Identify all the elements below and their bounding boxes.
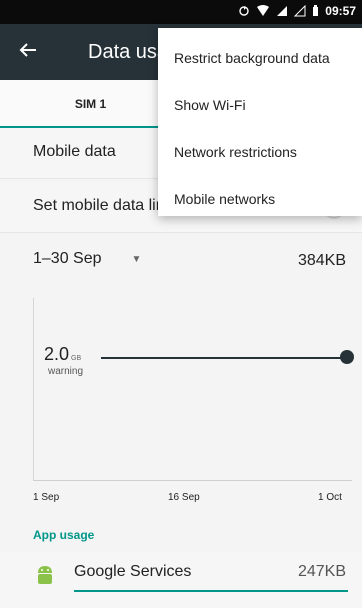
warning-threshold-line[interactable] [101, 357, 345, 359]
status-bar: 09:57 [0, 0, 362, 24]
data-limit-label: Set mobile data limit [33, 197, 178, 214]
battery-icon [313, 5, 319, 16]
menu-item-label: Restrict background data [174, 49, 330, 66]
sync-icon [239, 6, 249, 16]
billing-period-value: 1–30 Sep [33, 250, 102, 267]
tab-sim-1-label: SIM 1 [74, 97, 107, 111]
android-icon [38, 566, 52, 584]
app-usage-bar [74, 590, 348, 592]
tab-sim-1[interactable]: SIM 1 [0, 80, 181, 128]
period-total: 384KB [297, 252, 346, 269]
app-usage-row[interactable]: Google Services 247KB [0, 552, 362, 608]
warning-label: warning [48, 366, 84, 377]
warning-number: 2.0 [44, 344, 70, 364]
overflow-menu: Restrict background data Show Wi-Fi Netw… [158, 28, 362, 216]
app-usage-title: App usage [33, 528, 95, 542]
page-title: Data usa [88, 41, 169, 63]
billing-period-select[interactable]: 1–30 Sep ▼ [33, 250, 141, 268]
axis-mid-label: 16 Sep [168, 492, 200, 503]
status-time: 09:57 [325, 4, 356, 18]
app-name: Google Services [74, 563, 192, 580]
menu-item-label: Network restrictions [174, 143, 297, 160]
menu-item-show-wifi[interactable]: Show Wi-Fi [158, 81, 362, 128]
menu-item-restrict-background-data[interactable]: Restrict background data [158, 34, 362, 81]
axis-end-label: 1 Oct [318, 492, 342, 503]
warning-unit: GB [71, 355, 82, 362]
axis-start-label: 1 Sep [33, 492, 60, 503]
menu-item-mobile-networks[interactable]: Mobile networks [158, 175, 362, 222]
menu-item-network-restrictions[interactable]: Network restrictions [158, 128, 362, 175]
warning-value: 2.0 GB [44, 344, 81, 365]
warning-threshold-handle[interactable] [340, 350, 354, 364]
usage-chart: 2.0 GB warning [33, 298, 354, 481]
signal-icon [277, 6, 288, 16]
menu-item-label: Show Wi-Fi [174, 96, 246, 113]
dropdown-caret-icon: ▼ [131, 253, 142, 265]
status-icons: 09:57 [238, 4, 356, 18]
menu-item-label: Mobile networks [174, 190, 276, 207]
back-arrow-icon [19, 43, 36, 57]
app-usage-size: 247KB [297, 563, 346, 580]
signal-outline-icon [294, 5, 306, 17]
back-button[interactable] [16, 38, 40, 62]
wifi-icon [257, 5, 270, 16]
mobile-data-label: Mobile data [33, 143, 116, 160]
